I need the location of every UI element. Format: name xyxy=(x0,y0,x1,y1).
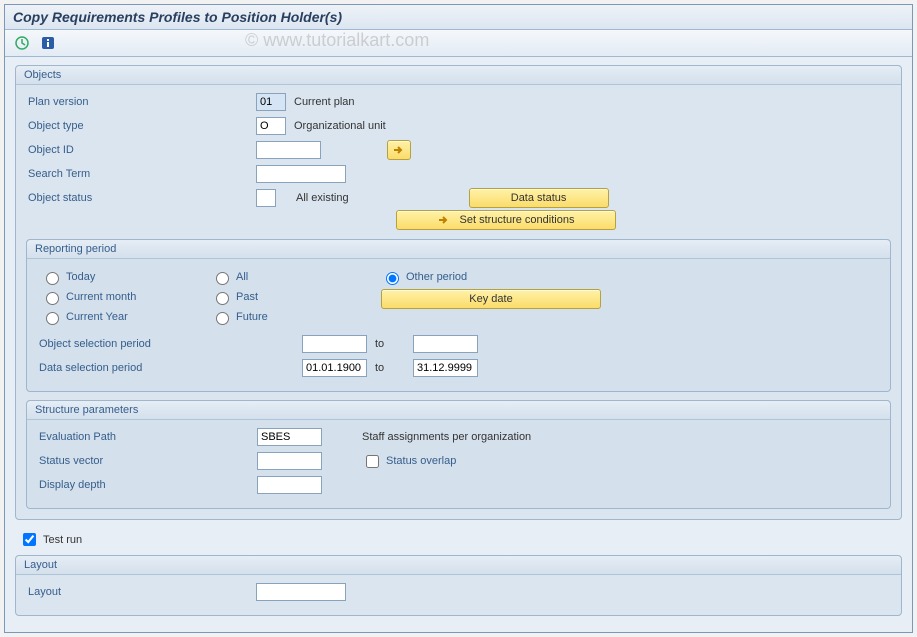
layout-label: Layout xyxy=(26,586,256,598)
object-type-desc: Organizational unit xyxy=(294,120,386,132)
to-label-1: to xyxy=(375,338,405,350)
status-vector-label: Status vector xyxy=(37,455,257,467)
radio-today[interactable]: Today xyxy=(41,269,181,285)
arrow-right-icon xyxy=(438,215,450,225)
object-type-label: Object type xyxy=(26,120,256,132)
radio-current-year[interactable]: Current Year xyxy=(41,309,181,325)
layout-group: Layout Layout xyxy=(15,555,902,616)
reporting-period-title: Reporting period xyxy=(27,240,890,259)
data-selection-to-input[interactable] xyxy=(413,359,478,377)
display-depth-input[interactable] xyxy=(257,476,322,494)
object-status-input[interactable] xyxy=(256,189,276,207)
info-icon xyxy=(41,36,55,50)
evaluation-path-label: Evaluation Path xyxy=(37,431,257,443)
radio-all[interactable]: All xyxy=(211,269,351,285)
object-id-label: Object ID xyxy=(26,144,256,156)
arrow-right-icon xyxy=(393,145,405,155)
status-overlap-checkbox[interactable]: Status overlap xyxy=(362,452,456,471)
window-title: Copy Requirements Profiles to Position H… xyxy=(5,5,912,30)
data-selection-from-input[interactable] xyxy=(302,359,367,377)
search-term-input[interactable] xyxy=(256,165,346,183)
content-area: Objects Plan version Current plan Object… xyxy=(5,57,912,632)
object-selection-from-input[interactable] xyxy=(302,335,367,353)
search-term-label: Search Term xyxy=(26,168,256,180)
set-structure-conditions-button[interactable]: Set structure conditions xyxy=(396,210,616,230)
data-selection-period-label: Data selection period xyxy=(37,362,302,374)
structure-parameters-title: Structure parameters xyxy=(27,401,890,420)
app-window: Copy Requirements Profiles to Position H… xyxy=(4,4,913,633)
radio-past[interactable]: Past xyxy=(211,289,351,305)
layout-input[interactable] xyxy=(256,583,346,601)
display-depth-label: Display depth xyxy=(37,479,257,491)
info-button[interactable] xyxy=(37,33,59,53)
plan-version-input[interactable] xyxy=(256,93,286,111)
object-selection-period-label: Object selection period xyxy=(37,338,302,350)
plan-version-label: Plan version xyxy=(26,96,256,108)
radio-current-month[interactable]: Current month xyxy=(41,289,181,305)
status-vector-input[interactable] xyxy=(257,452,322,470)
key-date-button[interactable]: Key date xyxy=(381,289,601,309)
execute-button[interactable] xyxy=(11,33,33,53)
object-id-search-button[interactable] xyxy=(387,140,411,160)
plan-version-desc: Current plan xyxy=(294,96,355,108)
watermark-text: © www.tutorialkart.com xyxy=(245,30,429,51)
objects-group: Objects Plan version Current plan Object… xyxy=(15,65,902,520)
object-status-desc: All existing xyxy=(296,192,349,204)
object-status-label: Object status xyxy=(26,192,256,204)
evaluation-path-desc: Staff assignments per organization xyxy=(362,431,531,443)
structure-parameters-group: Structure parameters Evaluation Path Sta… xyxy=(26,400,891,509)
object-id-input[interactable] xyxy=(256,141,321,159)
objects-title: Objects xyxy=(16,66,901,85)
data-status-button[interactable]: Data status xyxy=(469,188,609,208)
radio-future[interactable]: Future xyxy=(211,309,351,325)
to-label-2: to xyxy=(375,362,405,374)
radio-other-period[interactable]: Other period xyxy=(381,269,601,285)
test-run-checkbox[interactable]: Test run xyxy=(19,530,898,549)
reporting-period-group: Reporting period Today Current month xyxy=(26,239,891,392)
toolbar: © www.tutorialkart.com xyxy=(5,30,912,57)
layout-title: Layout xyxy=(16,556,901,575)
object-type-input[interactable] xyxy=(256,117,286,135)
clock-execute-icon xyxy=(15,36,29,50)
evaluation-path-input[interactable] xyxy=(257,428,322,446)
object-selection-to-input[interactable] xyxy=(413,335,478,353)
